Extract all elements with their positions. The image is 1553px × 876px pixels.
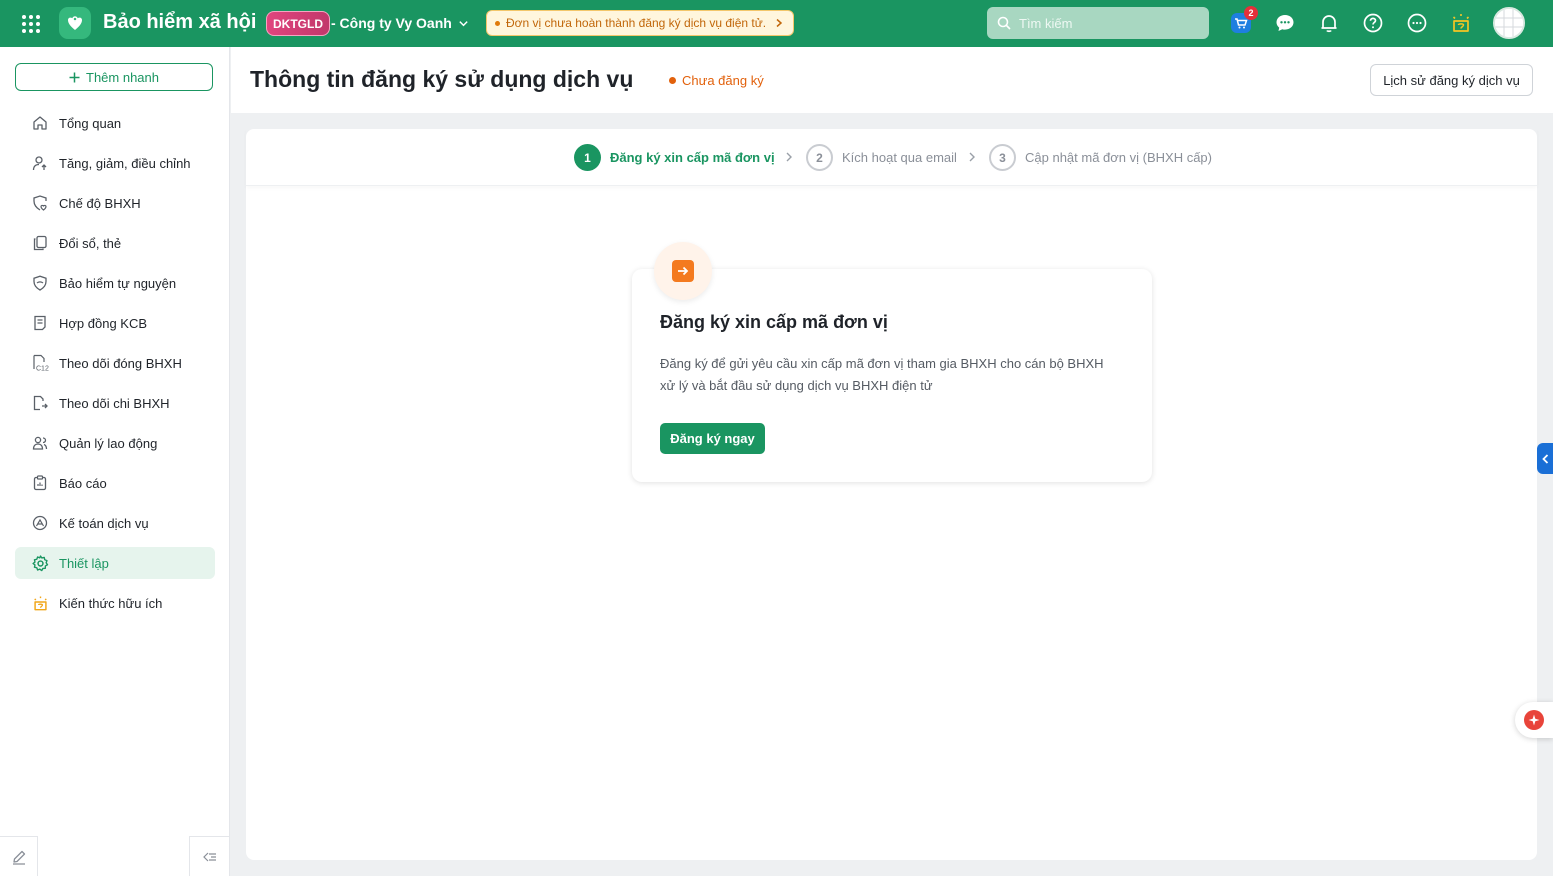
apps-grid-icon[interactable] — [20, 13, 42, 35]
sidebar-item-card-exchange[interactable]: Đổi sổ, thẻ — [15, 227, 215, 259]
sidebar-item-labor[interactable]: Quản lý lao động — [15, 427, 215, 459]
register-unit-card: Đăng ký xin cấp mã đơn vị Đăng ký để gửi… — [632, 242, 1152, 482]
sidebar-nav: Tổng quan Tăng, giảm, điều chỉnh Chế độ … — [15, 107, 215, 627]
idea-icon[interactable] — [1449, 11, 1473, 35]
ai-assistant-button[interactable] — [1515, 702, 1553, 738]
accounting-icon — [31, 514, 49, 532]
step-number: 1 — [574, 144, 601, 171]
org-switcher[interactable]: - Công ty Vy Oanh — [331, 15, 469, 31]
more-icon[interactable] — [1405, 11, 1429, 35]
plus-icon — [69, 72, 80, 82]
org-name: - Công ty Vy Oanh — [331, 15, 452, 31]
people-icon — [31, 434, 49, 452]
sidebar: Thêm nhanh Tổng quan Tăng, giảm, điều ch… — [0, 47, 230, 876]
sidebar-item-label: Thiết lập — [59, 555, 109, 571]
top-bar: Bảo hiểm xã hội DKTGLD - Công ty Vy Oanh… — [0, 0, 1553, 47]
sidebar-item-label: Bảo hiểm tự nguyện — [59, 275, 177, 291]
payout-doc-icon — [31, 394, 49, 412]
search-icon — [997, 16, 1011, 30]
home-icon — [31, 114, 49, 132]
chevron-left-icon — [1541, 453, 1548, 464]
shield-icon — [31, 274, 49, 292]
register-card-description: Đăng ký để gửi yêu cầu xin cấp mã đơn vị… — [660, 356, 1104, 393]
sidebar-item-report[interactable]: Báo cáo — [15, 467, 215, 499]
page-title: Thông tin đăng ký sử dụng dịch vụ — [250, 66, 634, 92]
sidebar-item-benefits[interactable]: Chế độ BHXH — [15, 187, 215, 219]
org-code-badge: DKTGLD — [266, 11, 330, 36]
alert-dot — [495, 20, 500, 26]
step-3: 3 Cập nhật mã đơn vị (BHXH cấp) — [989, 144, 1212, 171]
status-badge: Chưa đăng ký — [669, 73, 764, 88]
collapse-sidebar-icon[interactable] — [189, 836, 230, 876]
register-now-button[interactable]: Đăng ký ngay — [660, 423, 765, 454]
quick-add-button[interactable]: Thêm nhanh — [15, 63, 213, 91]
registration-alert[interactable]: Đơn vị chưa hoàn thành đăng ký dịch vụ đ… — [486, 10, 794, 36]
report-icon — [31, 474, 49, 492]
chevron-down-icon — [459, 20, 468, 26]
contract-icon — [31, 314, 49, 332]
register-card-title: Đăng ký xin cấp mã đơn vị — [660, 312, 888, 332]
step-1: 1 Đăng ký xin cấp mã đơn vị — [574, 144, 775, 171]
alert-text: Đơn vị chưa hoàn thành đăng ký dịch vụ đ… — [506, 16, 767, 30]
sidebar-item-label: Theo dõi chi BHXH — [59, 395, 170, 411]
register-icon-circle — [654, 242, 712, 300]
edit-icon[interactable] — [0, 836, 38, 876]
sidebar-item-knowledge[interactable]: Kiến thức hữu ích — [15, 587, 215, 619]
step-label: Cập nhật mã đơn vị (BHXH cấp) — [1025, 150, 1212, 165]
sidebar-item-label: Tổng quan — [59, 115, 122, 131]
sidebar-item-adjust[interactable]: Tăng, giảm, điều chỉnh — [15, 147, 215, 179]
chevron-right-icon — [776, 18, 783, 28]
sidebar-item-label: Kiến thức hữu ích — [59, 595, 163, 611]
sidebar-item-label: Chế độ BHXH — [59, 195, 141, 211]
status-dot — [669, 77, 676, 84]
user-adjust-icon — [31, 154, 49, 172]
registration-history-button[interactable]: Lịch sử đăng ký dịch vụ — [1370, 64, 1533, 96]
avatar[interactable] — [1493, 7, 1525, 39]
sidebar-item-label: Quản lý lao động — [59, 435, 158, 451]
chevron-right-icon — [786, 152, 792, 162]
svg-text:C12: C12 — [36, 366, 49, 373]
sidebar-item-accounting[interactable]: Kế toán dịch vụ — [15, 507, 215, 539]
bell-icon[interactable] — [1317, 11, 1341, 35]
cart-count-badge: 2 — [1244, 6, 1258, 20]
sidebar-item-label: Đổi sổ, thẻ — [59, 235, 122, 251]
search-input[interactable] — [1019, 15, 1189, 31]
search-box[interactable] — [987, 7, 1209, 39]
gear-icon — [31, 554, 49, 572]
app-title: Bảo hiểm xã hội — [103, 11, 257, 33]
sparkle-icon — [1524, 710, 1544, 730]
sidebar-item-label: Hợp đồng KCB — [59, 315, 148, 331]
step-2: 2 Kích hoạt qua email — [806, 144, 957, 171]
chevron-right-icon — [969, 152, 975, 162]
help-icon[interactable] — [1361, 11, 1385, 35]
step-label: Đăng ký xin cấp mã đơn vị — [610, 150, 775, 165]
stepper: 1 Đăng ký xin cấp mã đơn vị 2 Kích hoạt … — [246, 129, 1537, 186]
chat-icon[interactable] — [1273, 11, 1297, 35]
sidebar-item-label: Tăng, giảm, điều chỉnh — [59, 155, 191, 171]
arrow-right-box-icon — [672, 260, 694, 282]
step-number: 3 — [989, 144, 1016, 171]
step-label: Kích hoạt qua email — [842, 150, 957, 165]
sidebar-item-label: Báo cáo — [59, 475, 107, 491]
sidebar-item-voluntary[interactable]: Bảo hiểm tự nguyện — [15, 267, 215, 299]
sidebar-item-overview[interactable]: Tổng quan — [15, 107, 215, 139]
sidebar-item-contract[interactable]: Hợp đồng KCB — [15, 307, 215, 339]
step-number: 2 — [806, 144, 833, 171]
copy-card-icon — [31, 234, 49, 252]
sidebar-item-settings[interactable]: Thiết lập — [15, 547, 215, 579]
app-logo — [59, 7, 91, 39]
sidebar-item-label: Theo dõi đóng BHXH — [59, 355, 182, 371]
main-card: 1 Đăng ký xin cấp mã đơn vị 2 Kích hoạt … — [246, 129, 1537, 860]
c12-doc-icon: C12 — [31, 354, 49, 372]
status-text: Chưa đăng ký — [682, 73, 764, 88]
heart-shield-icon — [31, 194, 49, 212]
sidebar-item-payout[interactable]: Theo dõi chi BHXH — [15, 387, 215, 419]
sidebar-item-contribution[interactable]: C12 Theo dõi đóng BHXH — [15, 347, 215, 379]
quick-add-label: Thêm nhanh — [86, 69, 159, 85]
expand-panel-tab[interactable] — [1537, 443, 1553, 474]
sidebar-item-label: Kế toán dịch vụ — [59, 515, 149, 531]
page-header: Thông tin đăng ký sử dụng dịch vụ Chưa đ… — [231, 47, 1553, 113]
bulb-icon — [31, 594, 49, 612]
